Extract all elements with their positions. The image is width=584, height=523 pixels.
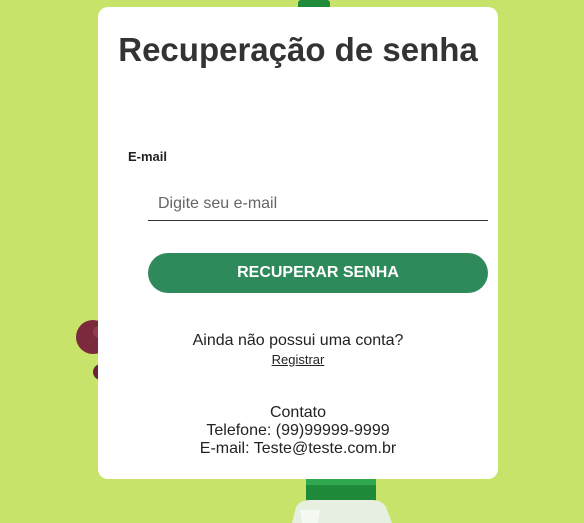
contact-section: Contato Telefone: (99)99999-9999 E-mail:… xyxy=(98,404,498,458)
contact-phone: Telefone: (99)99999-9999 xyxy=(206,422,390,439)
email-input[interactable] xyxy=(148,187,488,221)
page-title: Recuperação de senha xyxy=(118,31,478,68)
bottle-cap-rim xyxy=(306,479,376,485)
recover-password-button[interactable]: RECUPERAR SENHA xyxy=(148,253,488,293)
register-link[interactable]: Registrar xyxy=(272,352,325,367)
bottle-shine xyxy=(300,510,320,523)
email-label: E-mail xyxy=(128,149,168,164)
contact-heading: Contato xyxy=(269,404,327,421)
password-recovery-card: Recuperação de senha E-mail RECUPERAR SE… xyxy=(98,7,498,479)
contact-email: E-mail: Teste@teste.com.br xyxy=(199,440,397,457)
register-link-wrapper: Registrar xyxy=(98,352,498,367)
no-account-text: Ainda não possui uma conta? xyxy=(192,332,404,349)
